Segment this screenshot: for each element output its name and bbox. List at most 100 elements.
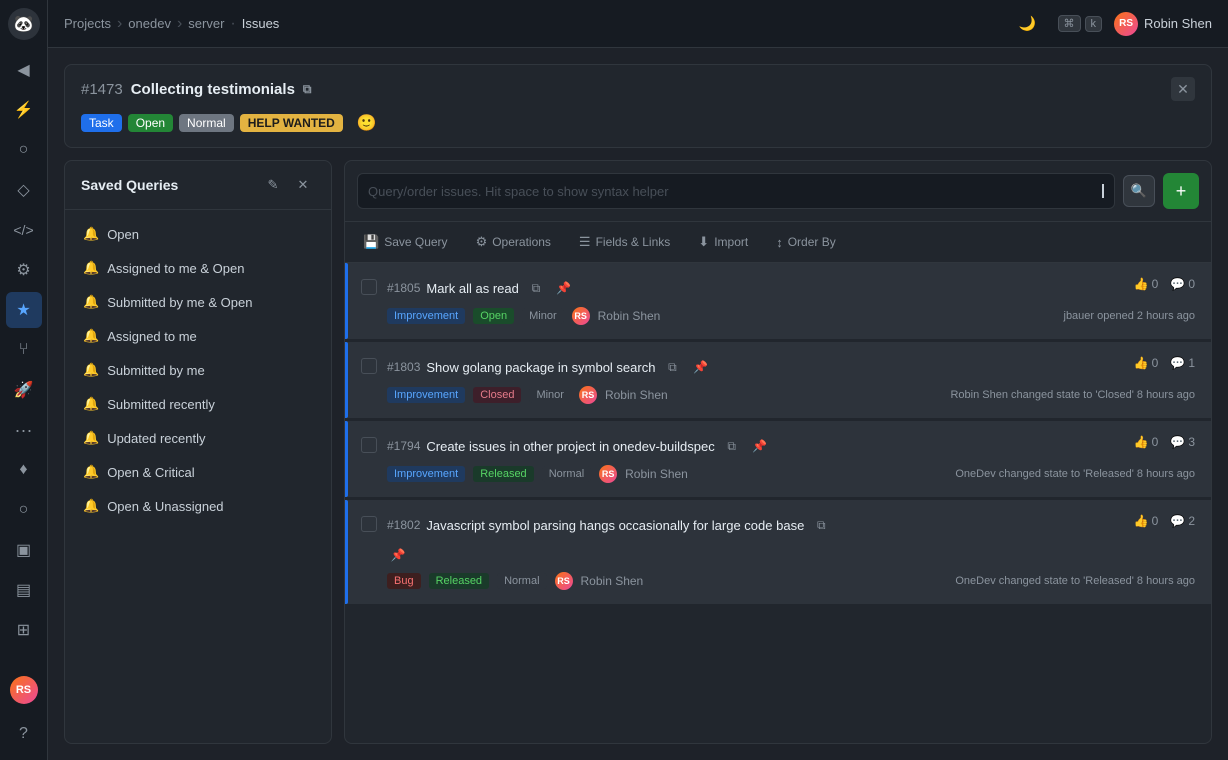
meta-1802: OneDev changed state to 'Released' 8 hou… — [955, 575, 1195, 587]
issue-pin-1802[interactable]: 📌 — [387, 544, 409, 566]
query-label-1: Open — [107, 227, 139, 242]
meta-1805: jbauer opened 2 hours ago — [1064, 310, 1196, 322]
issue-pin-1794[interactable]: 📌 — [749, 435, 771, 457]
issues-list: #1805 Mark all as read ⧉ 📌 👍 0 — [345, 263, 1211, 743]
issue-bottom-1794: Improvement Released Normal RS Robin She… — [361, 465, 1195, 483]
save-query-button[interactable]: 💾 Save Query — [357, 230, 454, 254]
bell-icon-5: 🔔 — [83, 362, 99, 378]
sidebar-item-more[interactable]: ··· — [6, 412, 42, 448]
comments-1794[interactable]: 💬 3 — [1170, 435, 1195, 449]
issues-panel: 🔍 + 💾 Save Query ⚙ Operations ☰ F — [344, 160, 1212, 744]
issue-copy-1803[interactable]: ⧉ — [661, 356, 683, 378]
issue-copy-1794[interactable]: ⧉ — [721, 435, 743, 457]
fields-links-button[interactable]: ☰ Fields & Links — [573, 230, 676, 254]
saved-queries-edit-button[interactable]: ✎ — [261, 173, 285, 197]
theme-toggle-button[interactable]: 🌙 — [1010, 6, 1046, 42]
sidebar-item-collapse[interactable]: ◀ — [6, 52, 42, 88]
bell-icon-3: 🔔 — [83, 294, 99, 310]
issue-copy-button[interactable]: ⧉ — [303, 82, 312, 97]
issue-close-button[interactable]: ✕ — [1171, 77, 1195, 101]
user-1805: Robin Shen — [598, 309, 661, 323]
badge-improvement-1803: Improvement — [387, 387, 465, 403]
sidebar-item-grid[interactable]: ▣ — [6, 532, 42, 568]
sidebar-item-rocket[interactable]: 🚀 — [6, 372, 42, 408]
issue-row-1794[interactable]: #1794 Create issues in other project in … — [345, 421, 1211, 498]
sidebar-item-circle[interactable]: ○ — [6, 492, 42, 528]
user-avatar-sidebar[interactable]: RS — [10, 676, 38, 704]
sidebar-item-help[interactable]: ? — [6, 716, 42, 752]
breadcrumb-projects[interactable]: Projects — [64, 16, 111, 31]
query-item-submitted-recently[interactable]: 🔔 Submitted recently — [73, 388, 323, 420]
query-item-updated-recently[interactable]: 🔔 Updated recently — [73, 422, 323, 454]
two-column-layout: Saved Queries ✎ ✕ 🔔 Open 🔔 Assigned to m… — [64, 160, 1212, 744]
tag-task: Task — [81, 114, 122, 132]
issue-checkbox-1803[interactable] — [361, 358, 377, 374]
issue-copy-1802[interactable]: ⧉ — [810, 514, 832, 536]
issue-pin-1805[interactable]: 📌 — [553, 277, 575, 299]
order-by-button[interactable]: ↕ Order By — [770, 231, 842, 254]
import-button[interactable]: ⬇ Import — [692, 230, 754, 254]
sidebar-item-dashboard[interactable]: ⚡ — [6, 92, 42, 128]
issue-checkbox-1802[interactable] — [361, 516, 377, 532]
issue-checkbox-1805[interactable] — [361, 279, 377, 295]
sidebar-item-chart[interactable]: ▤ — [6, 572, 42, 608]
user-1802: Robin Shen — [581, 574, 644, 588]
saved-queries-list: 🔔 Open 🔔 Assigned to me & Open 🔔 Submitt… — [65, 210, 331, 743]
sidebar-item-settings[interactable]: ⚙ — [6, 252, 42, 288]
sidebar-item-issues[interactable]: ★ — [6, 292, 42, 328]
comments-1805[interactable]: 💬 0 — [1170, 277, 1195, 291]
sidebar-item-code[interactable]: </> — [6, 212, 42, 248]
issue-left-bar-1794 — [345, 421, 348, 497]
order-by-label: Order By — [788, 235, 836, 249]
sidebar-item-pulls[interactable]: ⑂ — [6, 332, 42, 368]
app-logo[interactable]: 🐼 — [8, 8, 40, 40]
query-item-open-critical[interactable]: 🔔 Open & Critical — [73, 456, 323, 488]
query-item-assigned-open[interactable]: 🔔 Assigned to me & Open — [73, 252, 323, 284]
search-button[interactable]: 🔍 — [1123, 175, 1155, 207]
sidebar-item-puzzle[interactable]: ⊞ — [6, 612, 42, 648]
query-item-open[interactable]: 🔔 Open — [73, 218, 323, 250]
sidebar-item-activity[interactable]: ○ — [6, 132, 42, 168]
issue-top-1805: #1805 Mark all as read ⧉ 📌 👍 0 — [361, 277, 1195, 299]
thumbs-up-icon-1805: 👍 — [1134, 277, 1149, 291]
sidebar-item-packages[interactable]: ◇ — [6, 172, 42, 208]
issue-row-1805[interactable]: #1805 Mark all as read ⧉ 📌 👍 0 — [345, 263, 1211, 340]
thumbs-up-count-1803: 0 — [1152, 356, 1159, 370]
query-item-assigned-me[interactable]: 🔔 Assigned to me — [73, 320, 323, 352]
issue-pin-1803[interactable]: 📌 — [689, 356, 711, 378]
issue-left-bar — [345, 263, 348, 339]
thumbs-up-1805[interactable]: 👍 0 — [1134, 277, 1159, 291]
saved-queries-close-button[interactable]: ✕ — [291, 173, 315, 197]
import-icon: ⬇ — [698, 234, 709, 250]
issue-copy-1805[interactable]: ⧉ — [525, 277, 547, 299]
sidebar-item-diamond[interactable]: ♦ — [6, 452, 42, 488]
badge-bug-1802: Bug — [387, 573, 421, 589]
issue-row-1803[interactable]: #1803 Show golang package in symbol sear… — [345, 342, 1211, 419]
thumbs-up-1802[interactable]: 👍 0 — [1134, 514, 1159, 528]
query-item-submitted-open[interactable]: 🔔 Submitted by me & Open — [73, 286, 323, 318]
issue-name-1794: Create issues in other project in onedev… — [426, 439, 714, 454]
thumbs-up-1803[interactable]: 👍 0 — [1134, 356, 1159, 370]
query-input[interactable] — [368, 184, 1094, 199]
query-input-wrapper[interactable] — [357, 173, 1115, 209]
issue-checkbox-1794[interactable] — [361, 437, 377, 453]
breadcrumb-server[interactable]: server — [188, 16, 224, 31]
user-menu[interactable]: RS Robin Shen — [1114, 12, 1212, 36]
comment-icon-1794: 💬 — [1170, 435, 1185, 449]
issue-row-1802[interactable]: #1802 Javascript symbol parsing hangs oc… — [345, 500, 1211, 605]
tag-open: Open — [128, 114, 173, 132]
issue-title-1803: #1803 Show golang package in symbol sear… — [387, 356, 1124, 378]
avatar-1803: RS — [579, 386, 597, 404]
comments-1803[interactable]: 💬 1 — [1170, 356, 1195, 370]
add-issue-button[interactable]: + — [1163, 173, 1199, 209]
thumbs-up-1794[interactable]: 👍 0 — [1134, 435, 1159, 449]
operations-button[interactable]: ⚙ Operations — [470, 230, 557, 254]
comments-1802[interactable]: 💬 2 — [1170, 514, 1195, 528]
badge-released-1794: Released — [473, 466, 533, 482]
query-item-open-unassigned[interactable]: 🔔 Open & Unassigned — [73, 490, 323, 522]
keyboard-shortcut: ⌘ k — [1058, 15, 1103, 32]
issue-title-text: Collecting testimonials — [131, 81, 295, 98]
query-item-submitted-me[interactable]: 🔔 Submitted by me — [73, 354, 323, 386]
badge-normal-1802: Normal — [497, 573, 546, 589]
breadcrumb-onedev[interactable]: onedev — [128, 16, 171, 31]
